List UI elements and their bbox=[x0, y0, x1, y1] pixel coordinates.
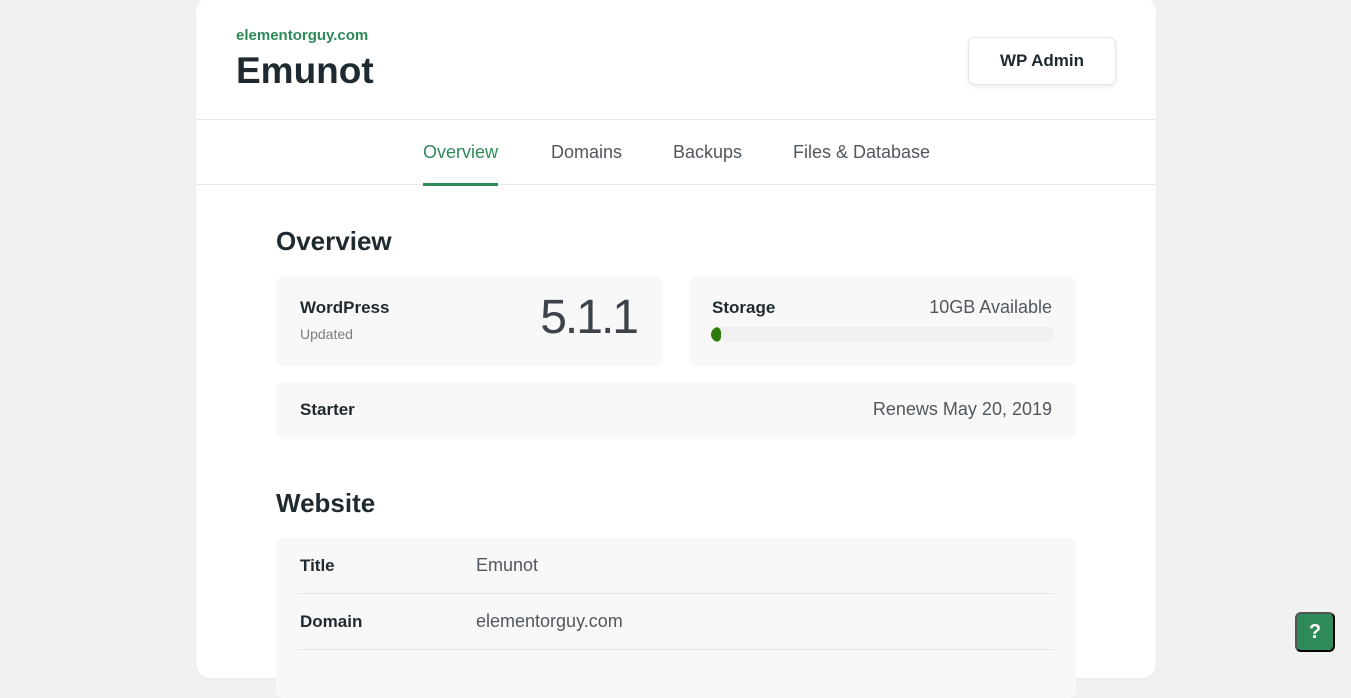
tab-backups[interactable]: Backups bbox=[673, 120, 742, 185]
tab-domains[interactable]: Domains bbox=[551, 120, 622, 185]
website-row-domain-label: Domain bbox=[300, 612, 363, 631]
plan-card: Starter Renews May 20, 2019 bbox=[276, 382, 1076, 439]
wordpress-card: WordPress Updated 5.1.1 bbox=[276, 276, 663, 366]
tab-overview[interactable]: Overview bbox=[423, 120, 499, 186]
storage-card: Storage 10GB Available bbox=[689, 276, 1076, 366]
row-divider bbox=[298, 649, 1054, 650]
overview-title: Overview bbox=[276, 226, 392, 256]
storage-available: 10GB Available bbox=[929, 297, 1052, 317]
tab-files-database[interactable]: Files & Database bbox=[793, 120, 930, 185]
website-row-domain-value: elementorguy.com bbox=[476, 611, 623, 631]
website-details: Title Emunot Domain elementorguy.com bbox=[276, 538, 1076, 698]
storage-label: Storage bbox=[712, 298, 776, 317]
site-header: elementorguy.com Emunot WP Admin bbox=[196, 0, 1156, 120]
storage-progress-bar bbox=[711, 327, 1055, 342]
plan-name: Starter bbox=[300, 400, 355, 419]
website-row-title-value: Emunot bbox=[476, 555, 539, 575]
website-title: Website bbox=[276, 488, 376, 518]
site-card: elementorguy.com Emunot WP Admin Overvie… bbox=[196, 0, 1156, 698]
wordpress-status: Updated bbox=[300, 326, 353, 342]
row-divider bbox=[298, 593, 1054, 594]
help-button[interactable]: ? bbox=[1295, 612, 1335, 652]
storage-progress-fill bbox=[711, 327, 722, 342]
site-name: Emunot bbox=[236, 50, 374, 91]
site-url-link[interactable]: elementorguy.com bbox=[236, 27, 368, 44]
tab-bar: Overview Domains Backups Files & Databas… bbox=[196, 120, 1156, 186]
wp-admin-button[interactable]: WP Admin bbox=[968, 37, 1116, 85]
wordpress-version: 5.1.1 bbox=[540, 291, 639, 344]
wordpress-label: WordPress bbox=[300, 298, 390, 317]
website-row-title-label: Title bbox=[300, 556, 335, 575]
plan-renewal: Renews May 20, 2019 bbox=[872, 399, 1052, 419]
